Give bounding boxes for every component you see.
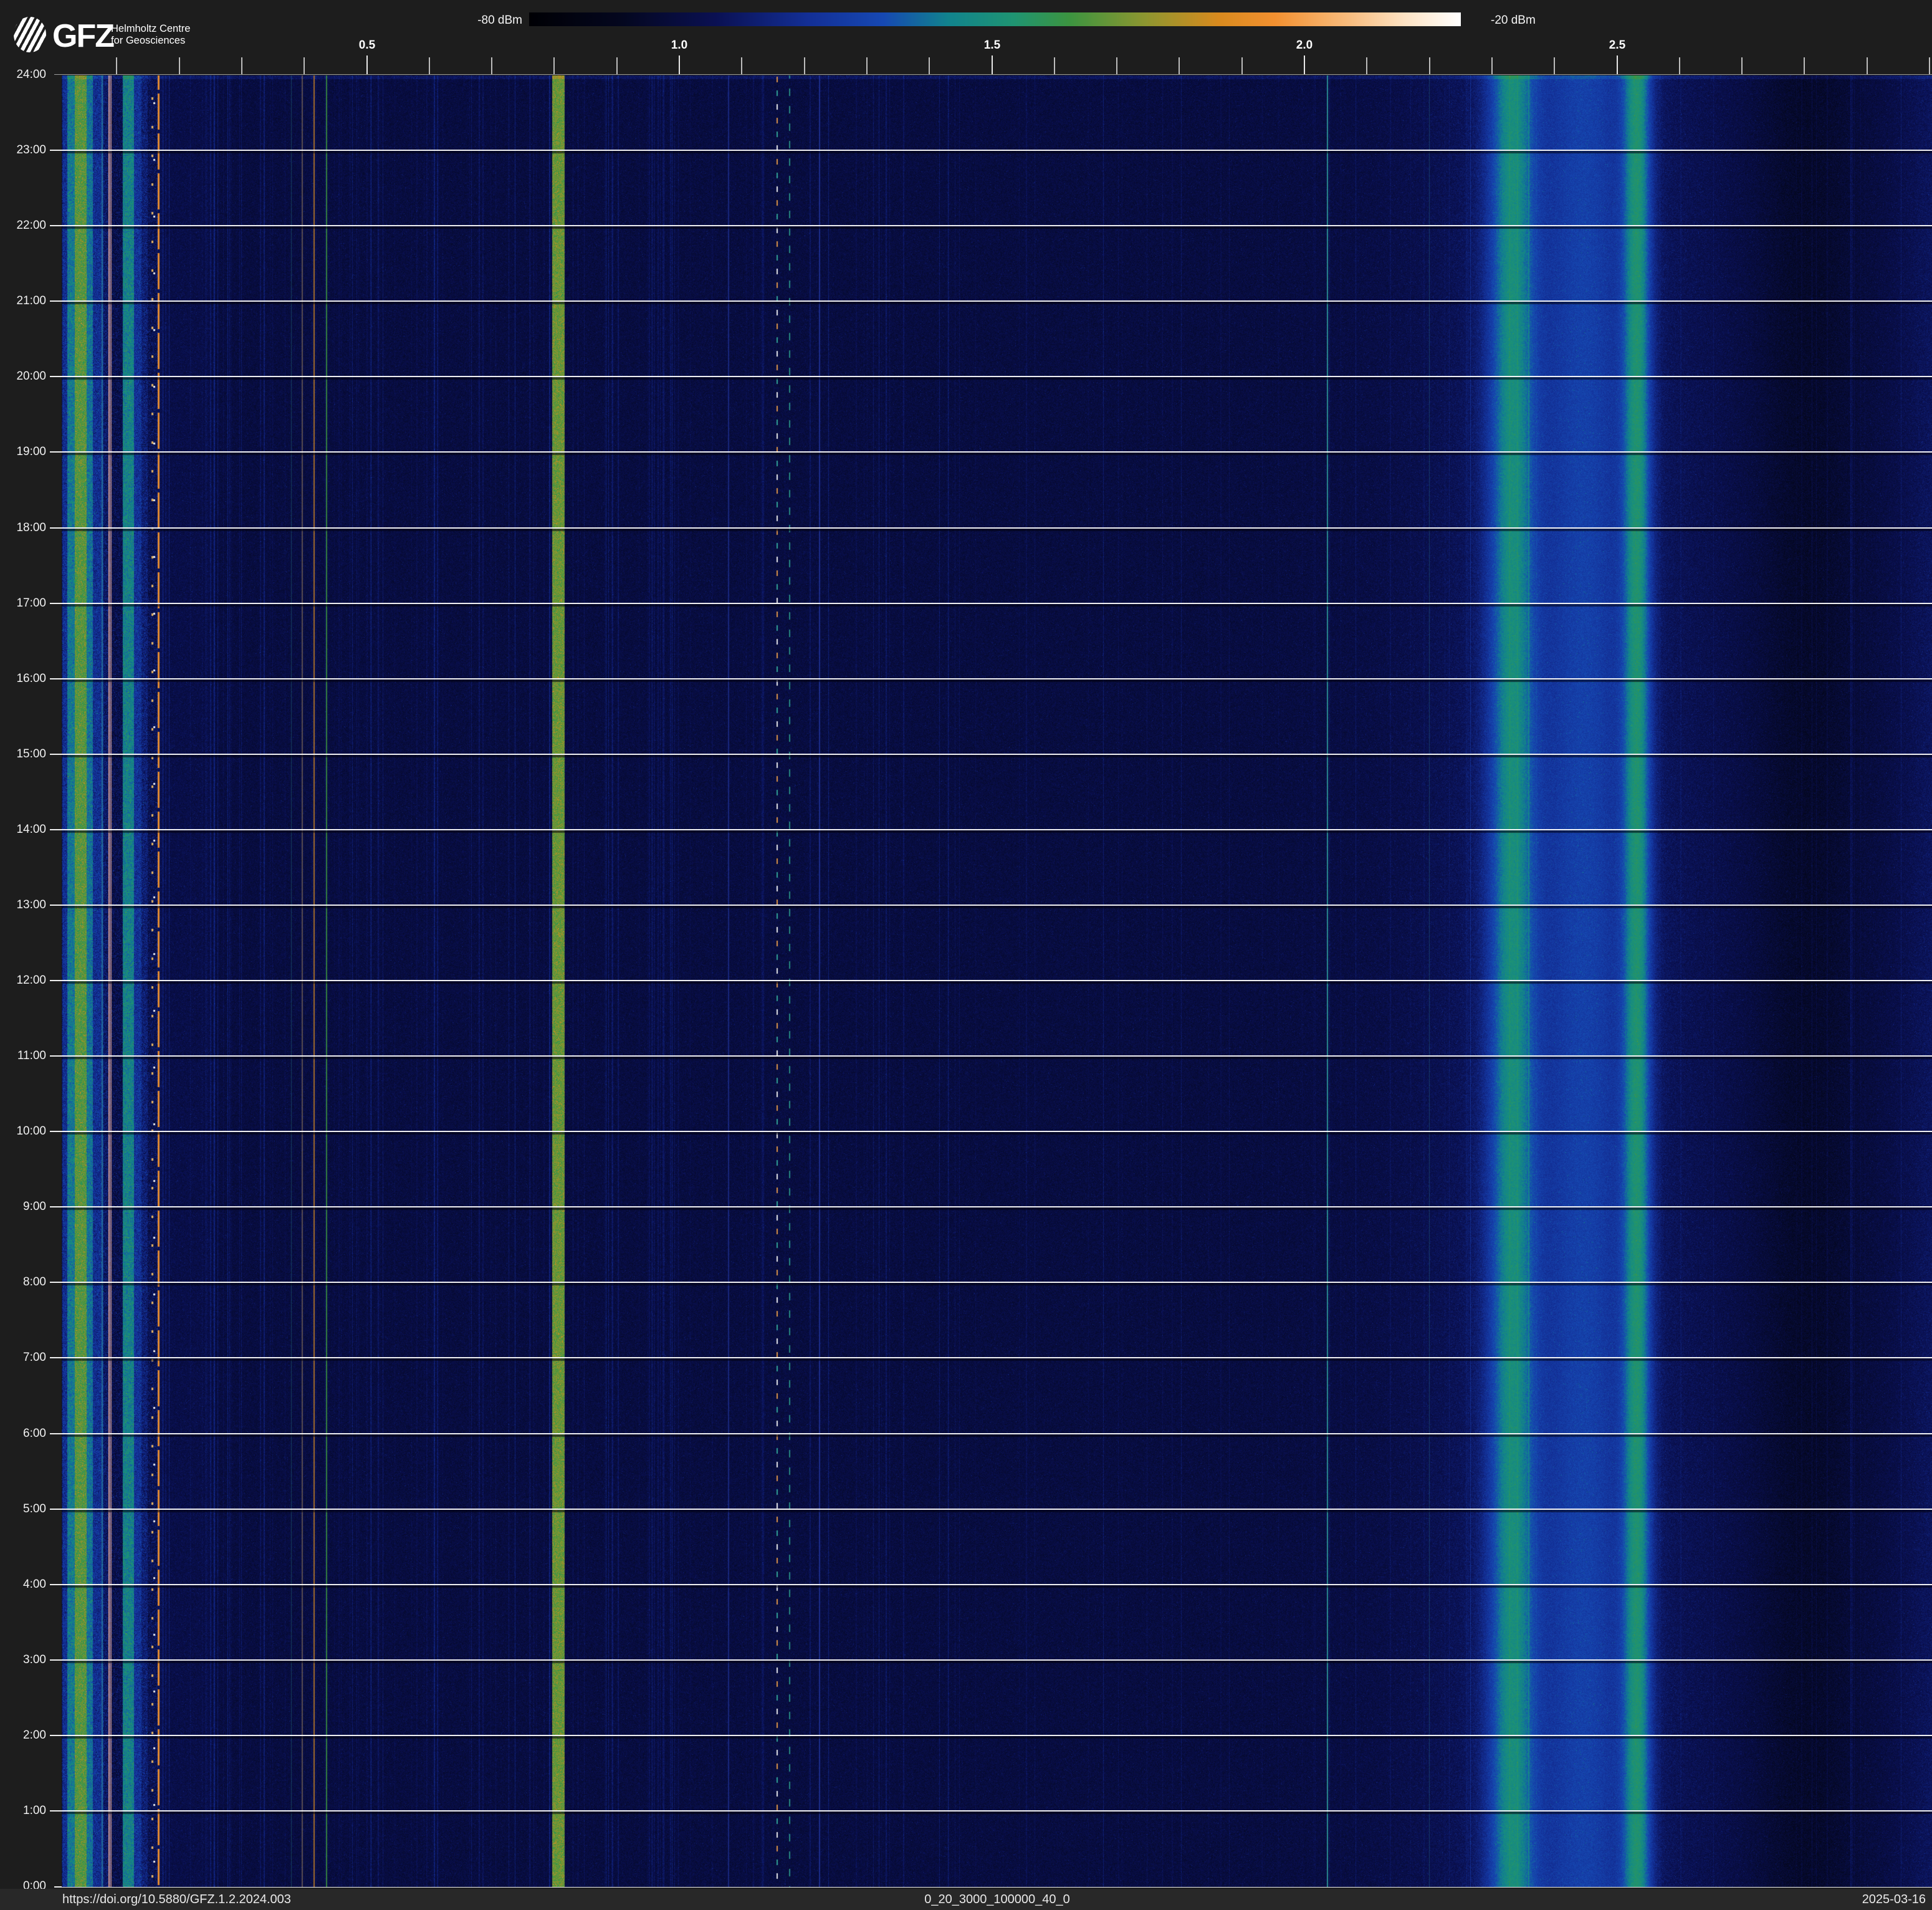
gfz-logo-text: GFZ — [52, 17, 113, 55]
colorbar-gradient — [529, 12, 1461, 26]
colorbar-max-label: -20 dBm — [1491, 14, 1590, 27]
hour-grid-line — [50, 754, 1932, 755]
hour-grid-line — [50, 451, 1932, 453]
x-axis-tick — [1491, 57, 1493, 75]
y-axis-tick-label: 21:00 — [0, 294, 46, 308]
x-axis-tick — [929, 57, 930, 75]
hour-grid-line — [50, 150, 1932, 151]
y-axis-tick-label: 10:00 — [0, 1125, 46, 1138]
x-axis-tick — [241, 57, 242, 75]
colorbar-min-label: -80 dBm — [436, 14, 522, 27]
y-axis-tick-label: 3:00 — [0, 1653, 46, 1667]
hour-grid-line — [50, 829, 1932, 830]
y-axis-tick-label: 15:00 — [0, 747, 46, 761]
footer-measurement-code: 0_20_3000_100000_40_0 — [924, 1893, 1070, 1907]
x-axis-tick — [366, 55, 368, 75]
gfz-tagline-line2: for Geosciences — [111, 35, 190, 47]
x-axis-tick — [804, 57, 805, 75]
hour-grid-line — [50, 905, 1932, 906]
hour-grid-line — [50, 1433, 1932, 1434]
hour-grid-line — [50, 1509, 1932, 1510]
x-axis-tick-label: 2.0 — [1286, 39, 1323, 52]
hour-grid-line — [50, 980, 1932, 981]
x-axis-tick — [1241, 57, 1243, 75]
y-axis-tick-label: 2:00 — [0, 1729, 46, 1742]
y-axis-tick-label: 1:00 — [0, 1804, 46, 1818]
x-axis-tick — [1179, 57, 1180, 75]
x-axis-tick — [553, 57, 555, 75]
x-axis-tick — [1929, 57, 1930, 75]
x-axis-tick — [1679, 57, 1680, 75]
y-axis-tick-label: 4:00 — [0, 1578, 46, 1591]
spectrogram-canvas — [62, 75, 1932, 1887]
hour-grid-line — [50, 1282, 1932, 1283]
x-axis-tick — [429, 57, 430, 75]
x-axis-tick — [1116, 57, 1117, 75]
y-axis-tick-label: 11:00 — [0, 1049, 46, 1063]
x-axis-tick — [1366, 57, 1367, 75]
hour-grid-line — [50, 1131, 1932, 1132]
y-axis-tick-label: 12:00 — [0, 974, 46, 987]
hour-grid-line — [50, 527, 1932, 529]
hour-grid-line — [50, 300, 1932, 302]
y-axis-tick-label: 22:00 — [0, 219, 46, 233]
footer-doi: https://doi.org/10.5880/GFZ.1.2.2024.003 — [62, 1893, 291, 1907]
y-axis-tick-label: 17:00 — [0, 597, 46, 610]
footer-date: 2025-03-16 — [1862, 1893, 1926, 1907]
hour-grid-line — [50, 1735, 1932, 1736]
y-axis-tick-label: 18:00 — [0, 521, 46, 535]
x-axis-tick-label: 2.5 — [1599, 39, 1636, 52]
header: GFZ Helmholtz Centre for Geosciences -80… — [0, 0, 1932, 75]
hour-grid-line — [50, 225, 1932, 226]
x-axis-tick — [679, 55, 680, 75]
gfz-logo-icon — [14, 17, 46, 52]
x-axis-tick — [1741, 57, 1743, 75]
x-axis-tick — [1054, 57, 1055, 75]
x-axis-tick — [1554, 57, 1555, 75]
x-axis-tick — [1867, 57, 1868, 75]
y-axis-tick-label: 9:00 — [0, 1200, 46, 1214]
x-axis-tick-label: 1.5 — [973, 39, 1011, 52]
gfz-logo-tagline: Helmholtz Centre for Geosciences — [111, 23, 190, 47]
y-axis-tick-label: 19:00 — [0, 445, 46, 459]
x-axis-tick-label: 0.5 — [348, 39, 386, 52]
x-axis-tick — [1429, 57, 1430, 75]
hour-grid-line — [50, 1055, 1932, 1057]
x-axis-tick — [116, 57, 117, 75]
hour-grid-line — [50, 1810, 1932, 1812]
plot-top-border — [54, 74, 1932, 75]
spectrogram-page: GFZ Helmholtz Centre for Geosciences -80… — [0, 0, 1932, 1910]
hour-grid-line — [50, 1206, 1932, 1207]
x-axis-tick — [992, 55, 993, 75]
hour-grid-line — [50, 603, 1932, 604]
x-axis-tick — [741, 57, 742, 75]
y-axis-tick-label: 20:00 — [0, 370, 46, 383]
footer: https://doi.org/10.5880/GFZ.1.2.2024.003… — [0, 1889, 1932, 1910]
x-axis-tick — [1304, 55, 1305, 75]
x-axis-tick — [1617, 55, 1618, 75]
y-axis-tick-label: 14:00 — [0, 823, 46, 837]
x-axis-tick — [866, 57, 868, 75]
y-axis-tick-label: 8:00 — [0, 1275, 46, 1289]
x-axis-tick — [304, 57, 305, 75]
x-axis-tick-label: 1.0 — [661, 39, 698, 52]
x-axis-tick — [1804, 57, 1805, 75]
y-axis-tick-label: 24:00 — [0, 68, 46, 82]
y-axis-tick-label: 5:00 — [0, 1502, 46, 1516]
y-axis-tick-label: 7:00 — [0, 1351, 46, 1365]
hour-grid-line — [50, 678, 1932, 679]
y-axis-tick-label: 6:00 — [0, 1427, 46, 1441]
hour-grid-line — [50, 1357, 1932, 1358]
hour-grid-line — [50, 1584, 1932, 1585]
y-axis-tick-label: 23:00 — [0, 143, 46, 157]
gfz-tagline-line1: Helmholtz Centre — [111, 23, 190, 35]
x-axis-tick — [179, 57, 180, 75]
x-axis-tick — [491, 57, 492, 75]
y-axis-tick-label: 16:00 — [0, 672, 46, 686]
hour-grid-line — [50, 376, 1932, 377]
y-axis-tick-label: 13:00 — [0, 898, 46, 912]
hour-grid-line — [50, 1659, 1932, 1661]
x-axis-tick — [616, 57, 618, 75]
